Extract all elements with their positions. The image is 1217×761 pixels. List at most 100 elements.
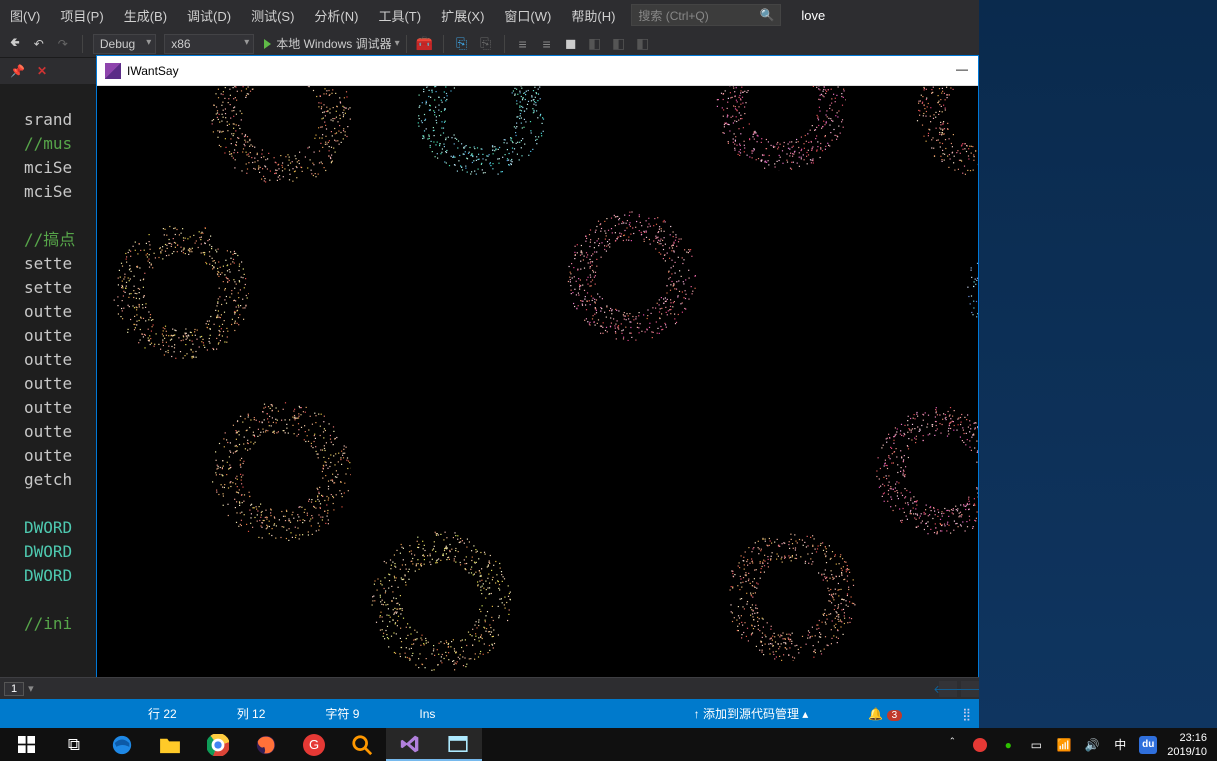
tray-battery-icon[interactable]: ▭	[1027, 736, 1045, 754]
menu-help[interactable]: 帮助(H)	[561, 1, 625, 30]
tray-wechat-icon[interactable]: ●	[999, 736, 1017, 754]
code-line[interactable]: outte	[24, 348, 96, 372]
firework	[211, 401, 351, 541]
toolbox-icon[interactable]: 🧰	[417, 36, 433, 52]
menu-tools[interactable]: 工具(T)	[368, 1, 431, 30]
tray-du-icon[interactable]: du	[1139, 736, 1157, 754]
code-line[interactable]: srand	[24, 108, 96, 132]
menu-project[interactable]: 项目(P)	[50, 1, 113, 30]
indent-left-icon[interactable]: ≡	[515, 36, 531, 52]
undo-icon[interactable]: ↶	[28, 35, 50, 53]
status-line[interactable]: 行 22	[148, 705, 177, 722]
code-line[interactable]	[24, 84, 96, 108]
code-line[interactable]: DWORD	[24, 540, 96, 564]
code-line[interactable]: //ini	[24, 612, 96, 636]
code-line[interactable]	[24, 588, 96, 612]
code-line[interactable]: sette	[24, 252, 96, 276]
dropdown-icon[interactable]: ▾	[28, 682, 34, 695]
start-button[interactable]	[2, 728, 50, 761]
source-control-button[interactable]: ↑ 添加到源代码管理 ▴	[694, 705, 809, 722]
code-line[interactable]: //搞点	[24, 228, 96, 252]
system-tray: ＾ ● ▭ 📶 🔊 中 du 23:16 2019/10	[943, 731, 1215, 759]
status-char[interactable]: 字符 9	[325, 705, 359, 722]
window-title: love	[801, 8, 825, 23]
netease-music-icon[interactable]: G	[290, 728, 338, 761]
desktop-area[interactable]	[979, 0, 1217, 728]
menu-extensions[interactable]: 扩展(X)	[431, 1, 494, 30]
chrome-icon[interactable]	[194, 728, 242, 761]
search-icon: 🔍	[759, 8, 774, 22]
code-line[interactable]: mciSe	[24, 156, 96, 180]
code-line[interactable]: //mus	[24, 132, 96, 156]
code-line[interactable]: DWORD	[24, 516, 96, 540]
menu-window[interactable]: 窗口(W)	[494, 1, 561, 30]
code-line[interactable]	[24, 492, 96, 516]
menu-test[interactable]: 测试(S)	[241, 1, 304, 30]
firework	[566, 211, 696, 341]
platform-dropdown[interactable]: x86	[164, 34, 254, 54]
start-label: 本地 Windows 调试器	[276, 35, 391, 52]
firework	[371, 531, 511, 671]
status-grip-icon: ⣿	[962, 707, 971, 721]
visual-studio-icon[interactable]	[386, 728, 434, 761]
taskbar-clock[interactable]: 23:16 2019/10	[1167, 731, 1207, 759]
status-ins[interactable]: Ins	[419, 707, 435, 721]
config-value: Debug	[100, 37, 135, 51]
code-line[interactable]: sette	[24, 276, 96, 300]
step-icon-2[interactable]: ⎘	[478, 36, 494, 52]
child-titlebar[interactable]: IWantSay —	[97, 56, 978, 86]
tray-volume-icon[interactable]: 🔊	[1083, 736, 1101, 754]
code-line[interactable]: outte	[24, 396, 96, 420]
disabled-icon-2: ◧	[611, 36, 627, 52]
child-minimize-button[interactable]: —	[956, 62, 968, 76]
status-col[interactable]: 列 12	[237, 705, 266, 722]
code-line[interactable]: outte	[24, 300, 96, 324]
menu-build[interactable]: 生成(B)	[114, 1, 177, 30]
code-line[interactable]: outte	[24, 420, 96, 444]
pin-icon[interactable]: 📌	[4, 64, 31, 78]
search-input[interactable]: 搜索 (Ctrl+Q) 🔍	[631, 4, 781, 26]
tray-chevron-icon[interactable]: ＾	[943, 736, 961, 754]
search-placeholder: 搜索 (Ctrl+Q)	[638, 7, 708, 24]
clock-time: 23:16	[1167, 731, 1207, 745]
tray-ime-icon[interactable]: 中	[1111, 736, 1129, 754]
firework	[966, 226, 978, 356]
separator	[443, 35, 444, 53]
code-line[interactable]: mciSe	[24, 180, 96, 204]
menu-analyze[interactable]: 分析(N)	[304, 1, 368, 30]
percent-box[interactable]: 1	[4, 682, 24, 696]
notifications-icon[interactable]: 3	[868, 707, 902, 721]
firefox-icon[interactable]	[242, 728, 290, 761]
everything-search-icon[interactable]	[338, 728, 386, 761]
code-line[interactable]: outte	[24, 372, 96, 396]
close-tab-icon[interactable]: ✕	[31, 64, 53, 78]
menu-view[interactable]: 图(V)	[0, 1, 50, 30]
firework	[113, 223, 249, 359]
task-view-icon[interactable]: ⧉	[50, 728, 98, 761]
edge-icon[interactable]	[98, 728, 146, 761]
app-icon	[105, 63, 121, 79]
code-editor[interactable]: srand//musmciSemciSe //搞点settesetteoutte…	[0, 84, 96, 699]
running-app-icon[interactable]	[434, 728, 482, 761]
back-icon[interactable]: 🢀	[4, 31, 26, 56]
step-icon-1[interactable]: ⎘	[454, 36, 470, 52]
menu-debug[interactable]: 调试(D)	[177, 1, 241, 30]
indent-right-icon[interactable]: ≡	[539, 36, 555, 52]
file-explorer-icon[interactable]	[146, 728, 194, 761]
start-debug-button[interactable]: 本地 Windows 调试器	[264, 35, 399, 52]
code-line[interactable]	[24, 204, 96, 228]
code-line[interactable]: outte	[24, 444, 96, 468]
code-line[interactable]: DWORD	[24, 564, 96, 588]
firework	[916, 86, 978, 176]
bookmark-icon[interactable]: ◼	[563, 36, 579, 52]
tray-red-icon[interactable]	[971, 736, 989, 754]
code-line[interactable]: getch	[24, 468, 96, 492]
code-line[interactable]: outte	[24, 324, 96, 348]
play-icon	[264, 39, 271, 49]
child-window: IWantSay —	[96, 55, 979, 687]
tray-wifi-icon[interactable]: 📶	[1055, 736, 1073, 754]
redo-icon[interactable]: ↷	[52, 35, 74, 53]
firework	[726, 531, 856, 661]
nav-right-icon[interactable]: 🡒	[961, 681, 979, 697]
config-dropdown[interactable]: Debug	[93, 34, 156, 54]
